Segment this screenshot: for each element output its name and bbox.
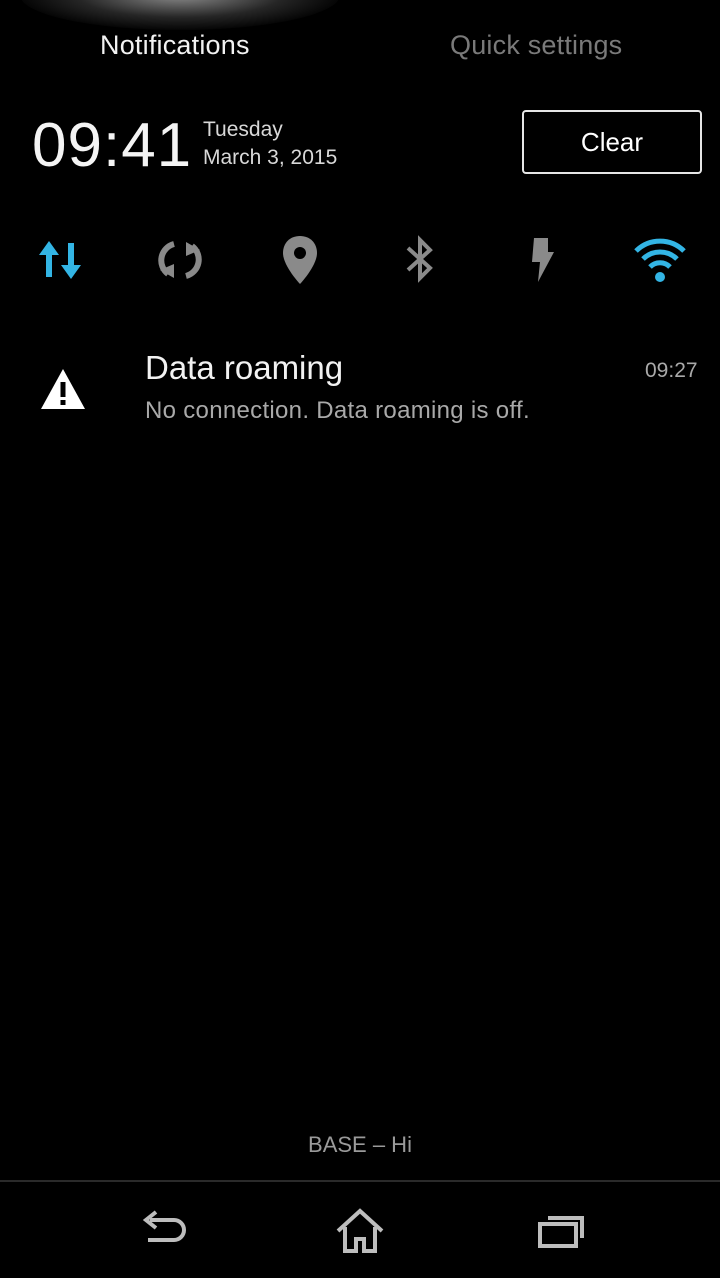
date-day: Tuesday (203, 118, 283, 141)
date-full: March 3, 2015 (203, 146, 338, 169)
location-icon (283, 236, 317, 284)
recent-apps-icon (538, 1216, 584, 1248)
toggle-sync[interactable] (145, 225, 215, 295)
mobile-data-icon (39, 241, 81, 279)
sync-icon (158, 241, 202, 279)
back-icon (142, 1210, 186, 1242)
tab-notifications[interactable]: Notifications (100, 30, 250, 61)
home-icon (336, 1208, 384, 1253)
clock-time: 09:41 (32, 111, 193, 180)
wifi-icon (634, 238, 686, 282)
quick-toggles-row (0, 225, 720, 295)
bluetooth-icon (406, 235, 433, 283)
panel-tabs: Notifications Quick settings (0, 0, 720, 100)
toggle-bluetooth[interactable] (385, 225, 455, 295)
toggle-mobile-data[interactable] (25, 225, 95, 295)
navigation-bar (0, 1182, 720, 1278)
notification-text: No connection. Data roaming is off. (145, 397, 530, 424)
toggle-flashlight[interactable] (505, 225, 575, 295)
back-button[interactable] (130, 1200, 190, 1260)
clear-button[interactable]: Clear (522, 110, 702, 174)
warning-icon (41, 369, 85, 409)
notification-title: Data roaming (145, 349, 344, 386)
recent-apps-button[interactable] (530, 1200, 590, 1260)
home-button[interactable] (330, 1200, 390, 1260)
carrier-label: BASE – Hi (308, 1132, 412, 1157)
toggle-location[interactable] (265, 225, 335, 295)
notification-data-roaming[interactable]: Data roaming No connection. Data roaming… (0, 335, 720, 445)
tab-quick-settings[interactable]: Quick settings (450, 30, 622, 61)
notification-time: 09:27 (645, 359, 698, 382)
flashlight-icon (532, 238, 554, 282)
toggle-wifi[interactable] (625, 225, 695, 295)
